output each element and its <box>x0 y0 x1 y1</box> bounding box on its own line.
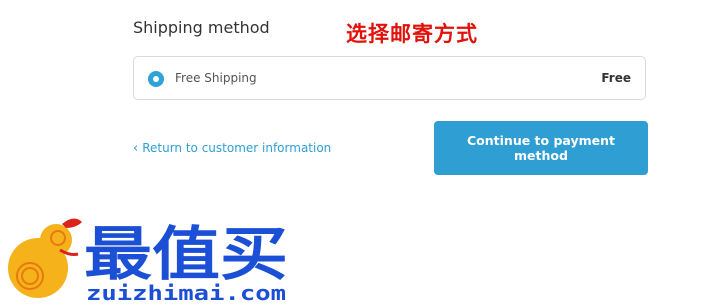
shipping-method-heading: Shipping method <box>133 18 270 37</box>
gourd-icon <box>8 218 82 298</box>
return-link-label: Return to customer information <box>142 141 332 155</box>
shipping-option-label: Free Shipping <box>175 71 257 85</box>
shipping-option-row[interactable]: Free Shipping Free <box>133 56 646 100</box>
svg-text:zuizhimai.com: zuizhimai.com <box>86 281 286 305</box>
radio-selected-icon[interactable] <box>148 71 164 87</box>
zuizhimai-watermark-logo: 最值买 zuizhimai.com <box>8 218 288 305</box>
continue-to-payment-button[interactable]: Continue to payment method <box>434 121 648 175</box>
chevron-left-icon: ‹ <box>133 141 139 156</box>
return-to-customer-info-link[interactable]: ‹ Return to customer information <box>133 141 331 156</box>
shipping-option-price: Free <box>601 71 631 85</box>
chinese-annotation: 选择邮寄方式 <box>346 21 478 46</box>
svg-text:最值买: 最值买 <box>84 220 288 288</box>
